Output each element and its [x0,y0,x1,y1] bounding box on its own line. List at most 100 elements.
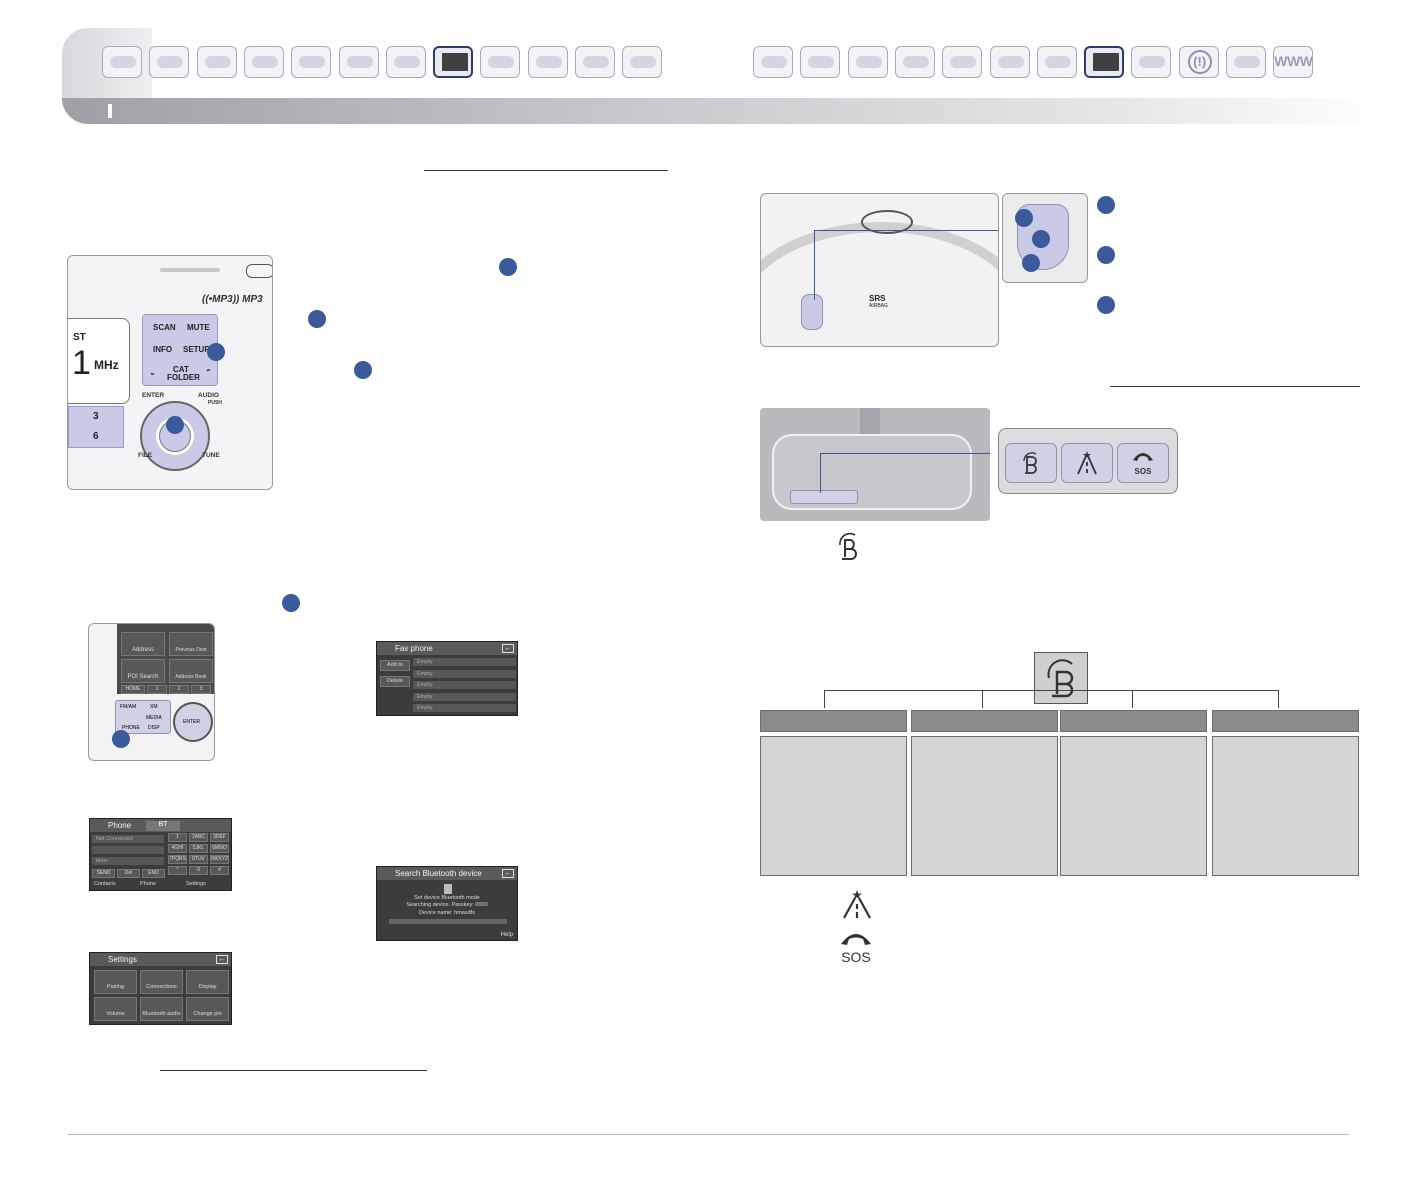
roadside-assist-icon [843,890,871,919]
fav-phone-row: Empty [413,692,516,701]
menu-column-body [760,736,907,876]
audio-label: AUDIO [198,392,219,399]
dial-key: 2ABC [189,833,208,842]
tree-connector [1278,690,1279,708]
nav-poi-search: POI Search [121,659,165,683]
link-underline [160,1070,427,1071]
mute-button: MUTE [187,323,210,332]
thumbnail-nav-item[interactable] [800,46,841,78]
media-button: MEDIA [146,715,162,721]
callout-bullet [1032,230,1050,248]
phone-footer-item: Settings [186,881,206,887]
dial-key: 7PQRS [168,855,187,864]
search-progress-bar [389,919,507,924]
cd-slot [160,268,220,272]
help-button: Help [500,932,513,938]
search-title: Search Bluetooth device [377,867,517,880]
phone-action-key: Del [117,869,140,878]
chevron-down-icon: ⌄ [149,368,156,377]
roadside-assist-icon [1077,451,1097,475]
menu-column-header [1060,710,1207,732]
menu-column-body [1212,736,1359,876]
rearview-mirror-image [760,408,990,521]
disp-button: DISP [148,725,160,731]
callout-bullet [1015,209,1033,227]
phone-number-field [92,846,164,854]
thumbnail-nav-item[interactable] [243,46,284,78]
thumbnail-nav-item[interactable] [847,46,888,78]
dial-key: 0 [189,866,208,875]
thumbnail-nav-item[interactable] [527,46,568,78]
thumbnail-nav-item[interactable] [575,46,615,78]
thumbnail-nav-item[interactable] [753,46,793,78]
fav-phone-side-button: Delete [380,676,410,687]
navigation-head-unit-image: Address Previous Dest POI Search Address… [88,623,215,761]
callout-bullet [207,343,225,361]
tune-label: TUNE [202,452,220,459]
sos-icon-label: SOS [841,949,871,965]
callout-bullet [354,361,372,379]
nav-key-3: 3 [191,685,211,694]
thumbnail-nav-item[interactable] [942,46,983,78]
bluelink-icon [839,532,857,560]
xm-button: XM [150,704,158,710]
menu-column-header [1212,710,1359,732]
tune-knob [140,401,210,471]
thumbnail-nav-item[interactable]: WWW [1273,46,1314,78]
thumbnail-nav-item[interactable] [1226,46,1266,78]
preset-buttons: 3 6 [68,406,124,448]
sos-button-zoom: SOS [1117,443,1169,483]
thumbnail-nav-item[interactable] [102,46,142,78]
back-arrow-icon: ← [502,644,514,653]
menu-column-body [1060,736,1207,876]
phone-controls [801,294,823,330]
thumbnail-nav-item[interactable] [149,46,190,78]
thumbnail-nav-item[interactable] [291,46,332,78]
back-arrow-icon: ← [502,869,514,878]
bluelink-icon [1023,452,1037,474]
mp3-logo: ((•MP3)) MP3 [202,294,263,305]
thumbnail-nav-item[interactable] [989,46,1030,78]
phone-screen: Phone BT Not Connected timer 1 2ABC 3DEF 4G… [89,818,232,891]
thumbnail-nav-item[interactable] [894,46,935,78]
file-label: FILE [138,452,153,459]
setup-button: SETUP [183,345,210,354]
callout-bullet [112,730,130,748]
back-arrow-icon: ← [216,955,228,964]
dial-key: 6MNO [210,844,229,853]
tree-connector [982,690,983,708]
menu-column-header [911,710,1058,732]
search-message-3: Device name: hmasdfs [419,910,475,916]
tree-connector [1132,690,1133,708]
scan-button: SCAN [153,323,176,332]
search-message-1: Set device Bluetooth mode [414,895,480,901]
heading-underline [1110,386,1360,387]
heading-underline [424,170,668,171]
thumbnail-nav-item[interactable] [1036,46,1077,78]
thumbnail-nav-item[interactable] [433,46,474,78]
thumbnail-nav-item[interactable] [622,46,663,78]
dial-key: 8TUV [189,855,208,864]
dial-key: 9WXYZ [210,855,229,864]
callout-bullet [282,594,300,612]
www-label: WWW [1274,53,1313,69]
dial-key: 3DEF [210,833,229,842]
thumbnail-nav-item[interactable] [385,46,426,78]
search-message-2: Searching device. Passkey: 0000 [406,902,488,908]
info-button: INFO [153,345,173,354]
nav-address-book: Address Book [169,659,213,683]
fav-phone-row: Empty [413,681,516,689]
roadside-button-zoom [1061,443,1113,483]
settings-menu-item: Change pin [186,997,229,1021]
thumbnail-nav-item[interactable]: (!) [1178,46,1219,78]
callout-bullet [1097,196,1115,214]
thumbnail-nav-item[interactable] [1084,46,1125,78]
callout-line [820,453,990,454]
thumbnail-nav-item[interactable] [1131,46,1172,78]
thumbnail-nav-item[interactable] [196,46,237,78]
thumbnail-nav-item[interactable] [480,46,521,78]
tree-connector [824,690,825,708]
thumbnail-nav-item[interactable] [338,46,379,78]
phone-footer-item: Contacts [94,881,116,887]
phone-action-key: SEND [92,869,115,878]
